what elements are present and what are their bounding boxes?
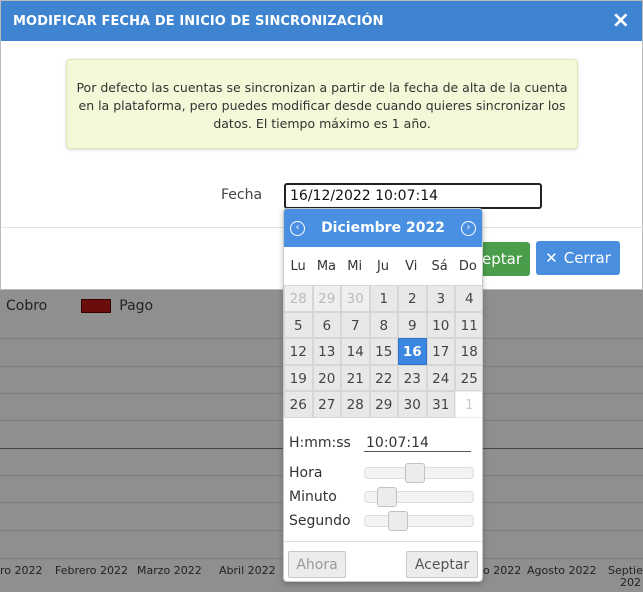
calendar-day[interactable]: 30 xyxy=(341,285,370,312)
second-slider[interactable] xyxy=(364,511,474,531)
calendar-day[interactable]: 11 xyxy=(455,311,482,338)
calendar-day[interactable]: 31 xyxy=(426,391,455,418)
time-format-label: H:mm:ss xyxy=(289,435,351,451)
weekday-label: Do xyxy=(458,258,477,274)
calendar-day[interactable]: 27 xyxy=(312,391,341,418)
calendar-day[interactable]: 28 xyxy=(341,391,370,418)
modal-title: MODIFICAR FECHA DE INICIO DE SINCRONIZAC… xyxy=(13,13,384,29)
second-label: Segundo xyxy=(289,513,351,529)
prev-month-icon[interactable]: ‹ xyxy=(290,220,305,236)
hour-row: Hora xyxy=(284,461,482,485)
calendar-day[interactable]: 29 xyxy=(369,391,398,418)
calendar-day[interactable]: 17 xyxy=(426,338,455,365)
legend-pago[interactable]: Pago xyxy=(119,298,153,314)
calendar-day[interactable]: 3 xyxy=(426,285,455,312)
weekday-label: Sá xyxy=(431,258,448,274)
next-month-icon[interactable]: › xyxy=(461,220,476,236)
second-row: Segundo xyxy=(284,509,482,533)
calendar-day[interactable]: 7 xyxy=(341,311,370,338)
month-title: Diciembre 2022 xyxy=(321,220,445,236)
second-slider-handle[interactable] xyxy=(388,511,408,531)
fecha-input[interactable] xyxy=(284,183,542,209)
calendar-day[interactable]: 21 xyxy=(341,364,370,391)
calendar-day[interactable]: 1 xyxy=(455,391,482,418)
calendar-grid: 28 29 30 1 2 3 4 5 6 7 8 9 10 11 12 13 14 15 16 17 18 19 20 21 2… xyxy=(284,285,482,418)
calendar-day[interactable]: 9 xyxy=(398,311,427,338)
minute-label: Minuto xyxy=(289,489,337,505)
datetime-picker: ‹ Diciembre 2022 › Lu Ma Mi Ju Vi Sá Do 28 29 30… xyxy=(283,208,483,582)
modal-header: MODIFICAR FECHA DE INICIO DE SINCRONIZAC… xyxy=(1,1,642,41)
chart-legend: Cobro Pago xyxy=(6,298,153,314)
legend-cobro[interactable]: Cobro xyxy=(6,298,47,314)
x-label: Agosto 2022 xyxy=(527,564,597,577)
info-alert: Por defecto las cuentas se sincronizan a… xyxy=(66,59,578,149)
weekday-label: Mi xyxy=(347,258,363,274)
weekday-label: Lu xyxy=(290,258,306,274)
x-label: Abril 2022 xyxy=(219,564,276,577)
calendar-day[interactable]: 5 xyxy=(284,311,313,338)
weekday-label: Ma xyxy=(316,258,337,274)
close-icon[interactable]: × xyxy=(612,10,630,32)
x-label: 202 xyxy=(620,576,641,589)
calendar-day[interactable]: 19 xyxy=(284,364,313,391)
calendar-day[interactable]: 16 xyxy=(398,338,427,365)
accept-button-label: eptar xyxy=(482,250,522,268)
calendar-day[interactable]: 23 xyxy=(398,364,427,391)
minute-slider[interactable] xyxy=(364,487,474,507)
calendar-day[interactable]: 28 xyxy=(284,285,313,312)
calendar-day[interactable]: 15 xyxy=(369,338,398,365)
weekday-label: Ju xyxy=(376,258,390,274)
calendar-day[interactable]: 12 xyxy=(284,338,313,365)
close-button[interactable]: ✕ Cerrar xyxy=(536,241,620,275)
picker-header: ‹ Diciembre 2022 › xyxy=(284,209,482,247)
picker-footer: Ahora Aceptar xyxy=(284,541,482,581)
fecha-label: Fecha xyxy=(221,187,263,203)
x-label: ro 2022 xyxy=(0,564,43,577)
weekday-header: Lu Ma Mi Ju Vi Sá Do xyxy=(284,247,482,285)
now-button[interactable]: Ahora xyxy=(288,551,346,578)
time-section: H:mm:ss 10:07:14 Hora Minuto Segundo xyxy=(284,431,482,533)
time-display-row: H:mm:ss 10:07:14 xyxy=(284,431,482,455)
calendar-day[interactable]: 30 xyxy=(398,391,427,418)
calendar-day[interactable]: 14 xyxy=(341,338,370,365)
hour-slider-handle[interactable] xyxy=(405,463,425,483)
x-label: o 2022 xyxy=(483,564,522,577)
minute-row: Minuto xyxy=(284,485,482,509)
calendar-day[interactable]: 1 xyxy=(369,285,398,312)
x-label: Febrero 2022 xyxy=(55,564,129,577)
calendar-day[interactable]: 18 xyxy=(455,338,482,365)
x-label: Marzo 2022 xyxy=(137,564,202,577)
close-x-icon: ✕ xyxy=(545,249,558,267)
calendar-day[interactable]: 8 xyxy=(369,311,398,338)
calendar-day[interactable]: 20 xyxy=(312,364,341,391)
legend-pago-swatch xyxy=(81,299,112,313)
calendar-day[interactable]: 24 xyxy=(426,364,455,391)
calendar-day[interactable]: 2 xyxy=(398,285,427,312)
calendar-day[interactable]: 26 xyxy=(284,391,313,418)
calendar-day[interactable]: 22 xyxy=(369,364,398,391)
time-value: 10:07:14 xyxy=(364,435,471,452)
calendar-day[interactable]: 25 xyxy=(455,364,482,391)
hour-label: Hora xyxy=(289,465,323,481)
hour-slider[interactable] xyxy=(364,463,474,483)
weekday-label: Vi xyxy=(405,258,418,274)
calendar-day[interactable]: 29 xyxy=(312,285,341,312)
minute-slider-handle[interactable] xyxy=(377,487,397,507)
calendar-day[interactable]: 4 xyxy=(455,285,482,312)
picker-accept-button[interactable]: Aceptar xyxy=(406,551,478,578)
calendar-day[interactable]: 10 xyxy=(426,311,455,338)
calendar-day[interactable]: 13 xyxy=(312,338,341,365)
close-button-label: Cerrar xyxy=(563,249,611,267)
calendar-day[interactable]: 6 xyxy=(312,311,341,338)
